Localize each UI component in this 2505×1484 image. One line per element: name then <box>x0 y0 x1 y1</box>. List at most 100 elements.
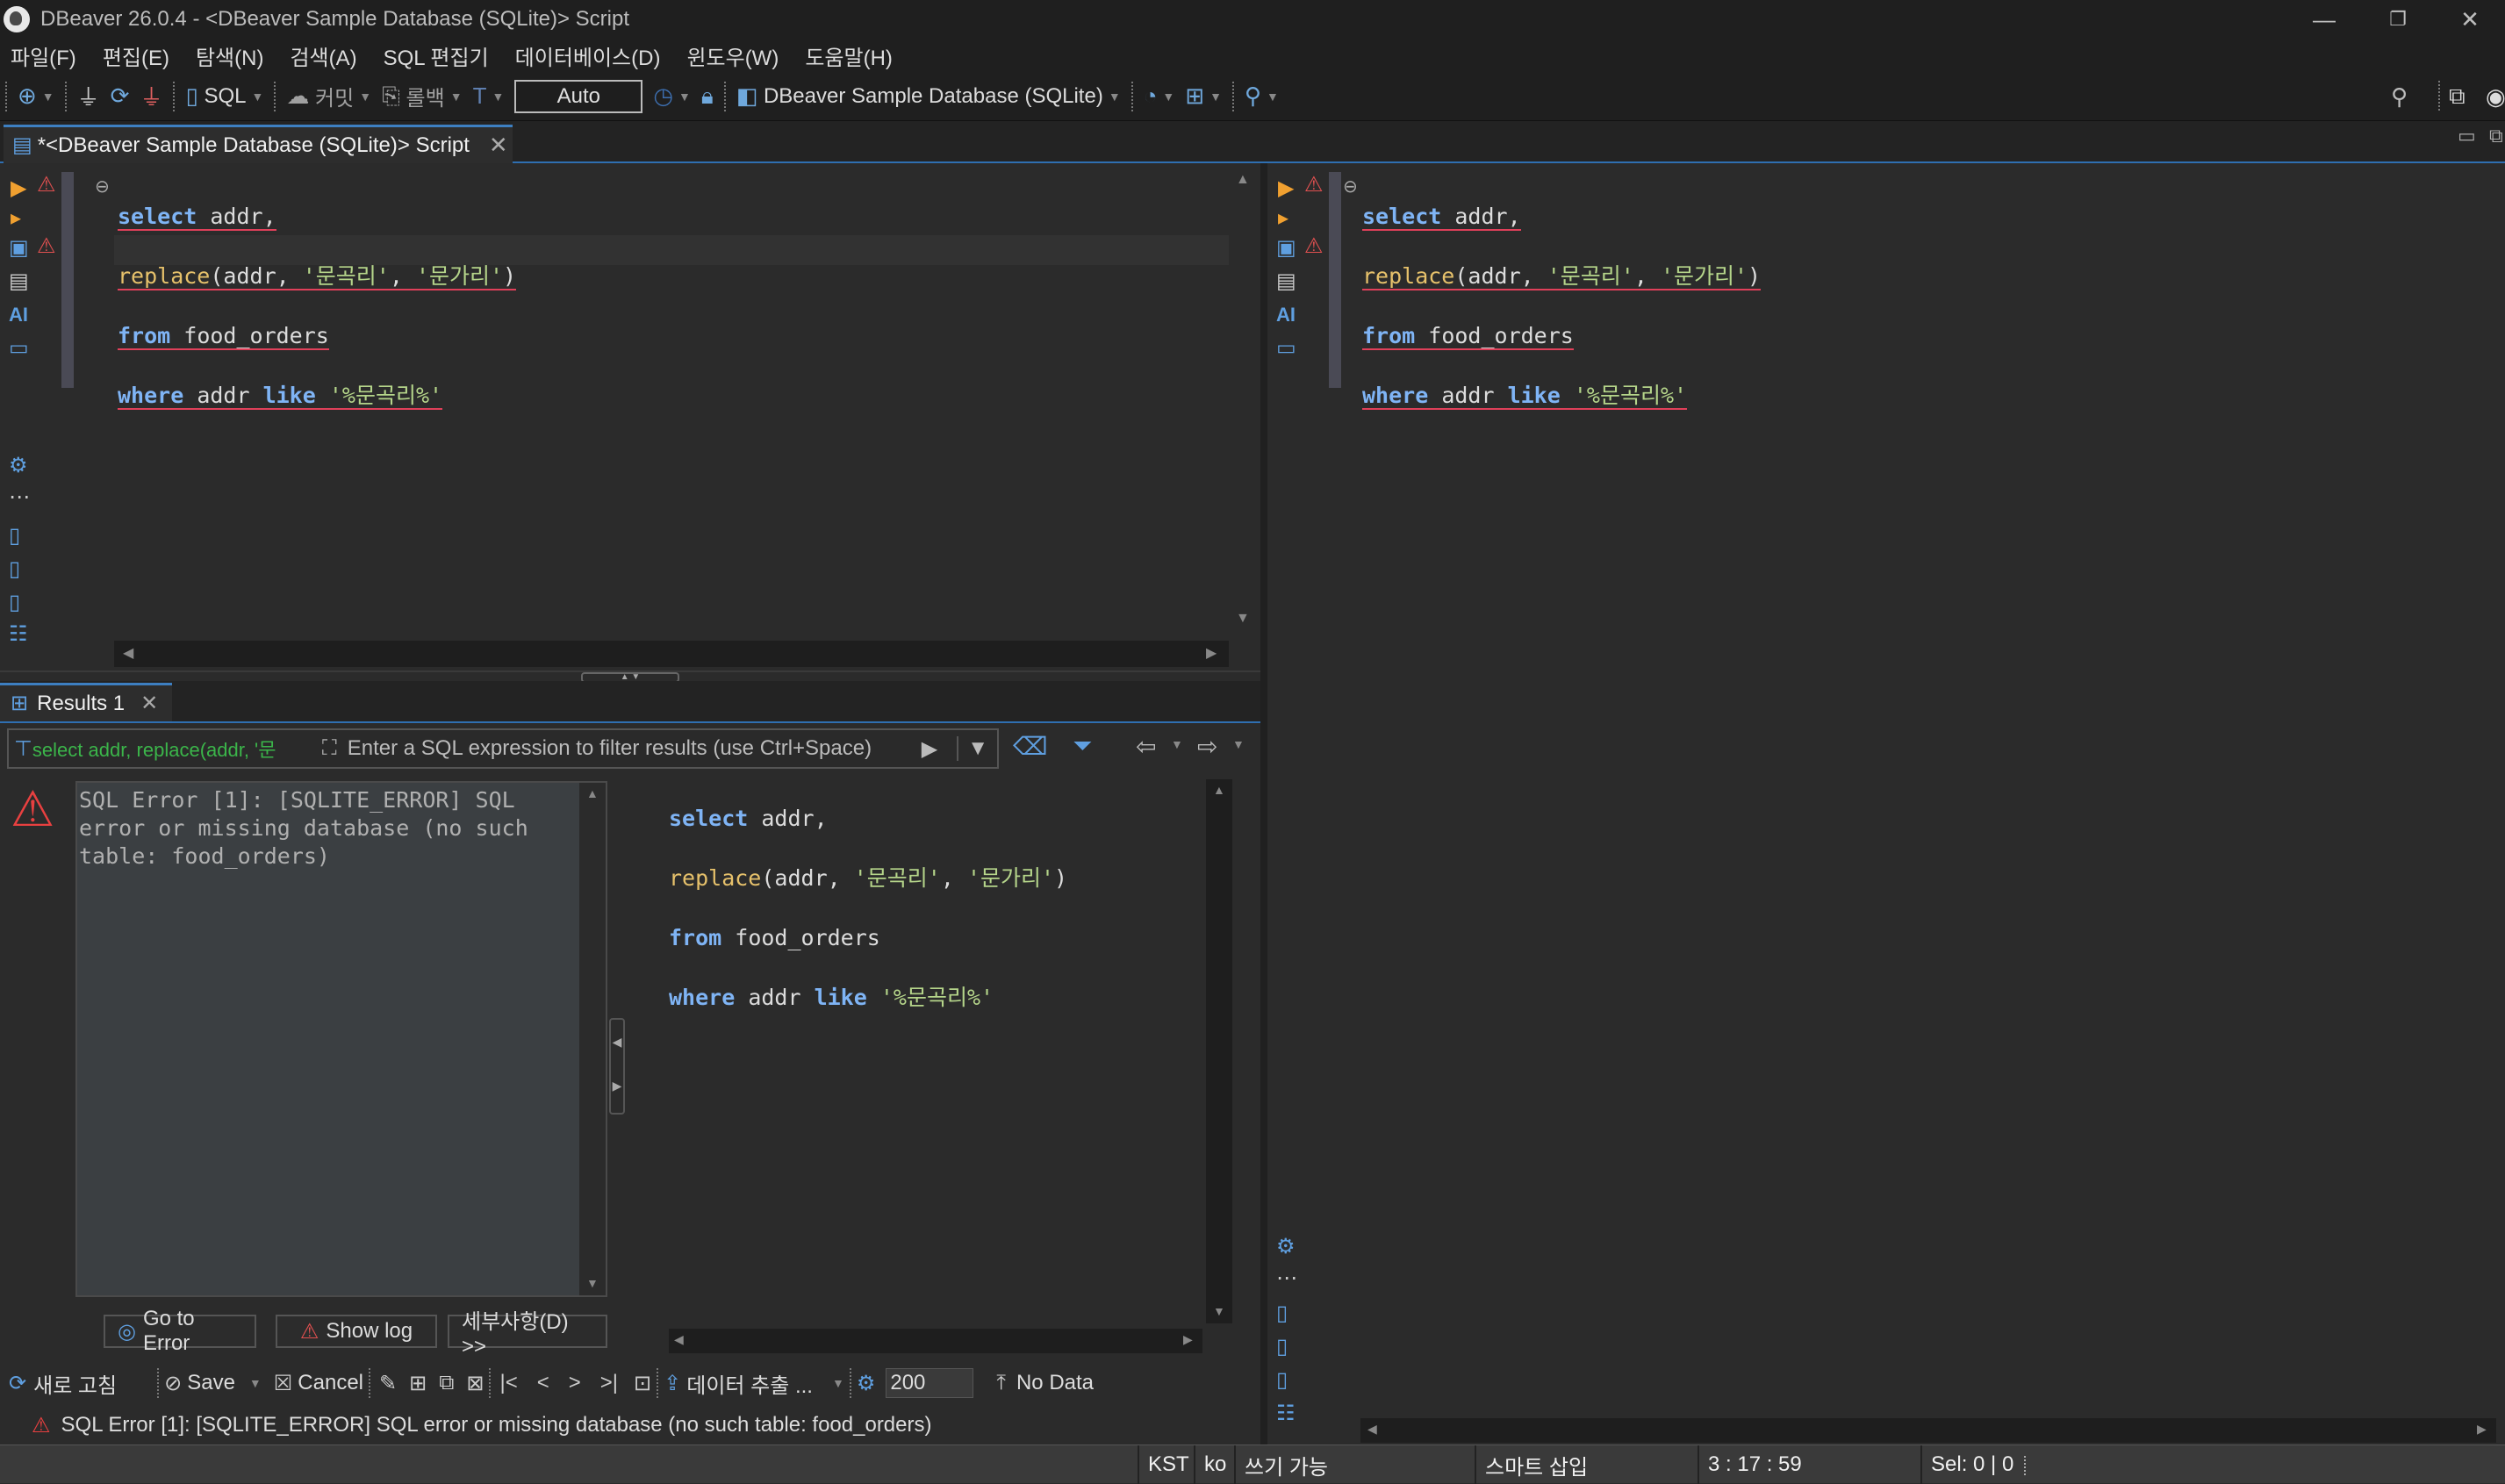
execute-statement-icon[interactable]: ▶ <box>11 176 26 201</box>
eraser-icon[interactable]: ⌫ <box>1013 732 1048 761</box>
fit-icon[interactable]: ⊡ <box>634 1371 651 1396</box>
ai-assistant-icon[interactable]: AI <box>9 304 28 326</box>
more-dots-icon[interactable]: ⋯ <box>1276 1265 1297 1291</box>
panel-collapse-handle[interactable]: ◀ ▶ <box>609 1018 625 1115</box>
refresh-button[interactable]: 새로 고침 <box>33 1368 117 1399</box>
menu-edit[interactable]: 편집(E) <box>103 40 169 71</box>
lock-button[interactable]: 🔒︎ <box>696 77 719 116</box>
query-panel-hscroll[interactable]: ◀ ▶ <box>669 1329 1202 1353</box>
rollback-button[interactable]: ⎘ 롤백 ▼ <box>377 77 468 116</box>
filter-query-hint[interactable]: select addr, replace(addr, '문 <box>32 735 312 763</box>
fetch-settings-icon[interactable]: ⚙ <box>857 1371 876 1396</box>
sql-editor-left[interactable]: ▶ ▸ ▣ ▤ AI ▭ ⚙ ⋯ ▯ ▯ ▯ ☷ ⚠ ⚠ ⊖ select ad… <box>0 163 1260 670</box>
go-to-error-button[interactable]: ◎ Go to Error <box>104 1307 256 1355</box>
load-script-icon[interactable]: ▯ <box>1276 1301 1288 1326</box>
split-editor-divider[interactable] <box>1260 163 1267 1445</box>
copy-row-icon[interactable]: ⧉ <box>439 1371 454 1395</box>
dbeaver-perspective-button[interactable]: ◉ <box>2480 77 2505 116</box>
explain-plan-icon[interactable]: ▤ <box>1276 269 1296 294</box>
settings-gear-icon[interactable]: ⚙ <box>9 453 28 478</box>
disconnect-button[interactable]: ⏚ <box>134 77 168 116</box>
minimize-icon[interactable]: — <box>2287 0 2361 39</box>
menu-database[interactable]: 데이터베이스(D) <box>515 40 661 71</box>
menu-window[interactable]: 윈도우(W) <box>686 40 779 71</box>
export-dropdown-icon[interactable]: ▼ <box>832 1376 844 1390</box>
close-tab-icon[interactable]: ✕ <box>489 132 508 159</box>
load-script-icon[interactable]: ▯ <box>9 523 20 548</box>
format-icon[interactable]: ▯ <box>1276 1367 1288 1393</box>
first-page-icon[interactable]: |< <box>499 1371 517 1395</box>
reconnect-button[interactable]: ⟳ <box>105 77 135 116</box>
filter-input[interactable]: Enter a SQL expression to filter results… <box>348 736 909 761</box>
menu-file[interactable]: 파일(F) <box>11 40 76 71</box>
terminal-icon[interactable]: ▭ <box>1276 335 1296 361</box>
back-icon[interactable]: ⇦ <box>1136 732 1156 761</box>
menu-sql-editor[interactable]: SQL 편집기 <box>384 40 489 71</box>
export-data-button[interactable]: 데이터 추출 ... <box>686 1368 813 1399</box>
ai-assistant-icon[interactable]: AI <box>1276 304 1296 326</box>
execute-script-icon[interactable]: ▸ <box>11 205 21 231</box>
edit-row-icon[interactable]: ✎ <box>379 1371 397 1396</box>
execute-in-new-tab-icon[interactable]: ▣ <box>9 235 29 261</box>
filter-history-icon[interactable]: ▼ <box>957 736 988 761</box>
outline-icon[interactable]: ☷ <box>1276 1401 1296 1426</box>
new-connection-button[interactable]: ⊕ ▼ <box>12 77 60 116</box>
schema-compare-button[interactable]: ⊞ ▼ <box>1180 77 1227 116</box>
transaction-mode-box[interactable]: Auto <box>514 79 643 113</box>
error-scrollbar[interactable]: ▲ ▼ <box>579 783 606 1295</box>
format-icon[interactable]: ▯ <box>9 590 20 615</box>
fold-marker-icon[interactable]: ⊖ <box>95 176 110 197</box>
problem-file-icon[interactable]: ▯ <box>9 556 20 582</box>
close-window-icon[interactable]: ✕ <box>2433 0 2505 39</box>
menu-help[interactable]: 도움말(H) <box>805 40 893 71</box>
close-results-tab-icon[interactable]: ✕ <box>140 691 158 716</box>
error-message-box[interactable]: SQL Error [1]: [SQLITE_ERROR] SQL error … <box>75 781 607 1297</box>
fetch-size-input[interactable]: 200 <box>886 1368 974 1398</box>
query-panel-vscroll[interactable]: ▲ ▼ <box>1206 779 1232 1323</box>
editor-horizontal-scrollbar[interactable]: ◀ ▶ <box>114 641 1229 667</box>
active-datasource-selector[interactable]: ◧ DBeaver Sample Database (SQLite) ▼ <box>731 77 1126 116</box>
prev-page-icon[interactable]: < <box>537 1371 549 1395</box>
find-button[interactable]: ⚲ ▼ <box>1239 77 1284 116</box>
show-log-button[interactable]: ⚠ Show log <box>276 1315 437 1348</box>
forward-icon[interactable]: ⇨ <box>1197 732 1217 761</box>
editor-right-hscroll[interactable]: ◀ ▶ <box>1360 1418 2496 1443</box>
maximize-view-icon[interactable]: ⧉ <box>2489 125 2503 147</box>
expand-filter-icon[interactable]: ⛶ <box>322 736 337 761</box>
terminal-icon[interactable]: ▭ <box>9 335 29 361</box>
settings-gear-icon[interactable]: ⚙ <box>1276 1234 1296 1259</box>
add-row-icon[interactable]: ⊞ <box>409 1371 427 1396</box>
outline-icon[interactable]: ☷ <box>9 621 28 647</box>
fold-marker-icon[interactable]: ⊖ <box>1343 176 1358 197</box>
connect-button[interactable]: ⏚ <box>72 77 105 116</box>
status-insert-mode[interactable]: 스마트 삽입 <box>1475 1445 1698 1484</box>
filter-funnel-icon[interactable]: ⏷ <box>1073 732 1092 761</box>
sql-code[interactable]: select addr, replace(addr, '문곡리', '문가리')… <box>118 172 517 470</box>
sql-editor-right[interactable]: ▶ ▸ ▣ ▤ AI ▭ ⚙ ⋯ ▯ ▯ ▯ ☷ ⚠ ⚠ ⊖ select ad… <box>1267 163 2505 1445</box>
minimize-view-icon[interactable]: ▭ <box>2458 125 2476 147</box>
editor-vertical-scrollbar[interactable]: ▲ ▼ <box>1229 172 1255 628</box>
save-dropdown-icon[interactable]: ▼ <box>249 1376 262 1390</box>
more-dots-icon[interactable]: ⋯ <box>9 484 30 510</box>
restore-icon[interactable]: ❐ <box>2361 0 2435 39</box>
apply-filter-icon[interactable]: ▶ <box>922 736 937 762</box>
delete-row-icon[interactable]: ⊠ <box>466 1371 484 1396</box>
perspective-button[interactable]: ⧉ <box>2444 77 2471 116</box>
last-page-icon[interactable]: >| <box>600 1371 618 1395</box>
tab-results-1[interactable]: ⊞ Results 1 ✕ <box>0 683 172 721</box>
explain-plan-icon[interactable]: ▤ <box>9 269 29 294</box>
global-search-button[interactable]: ⚲ <box>2386 77 2413 116</box>
editor-results-splitter[interactable]: ▲ ▼ <box>0 670 1260 683</box>
execute-in-new-tab-icon[interactable]: ▣ <box>1276 235 1296 261</box>
execute-script-icon[interactable]: ▸ <box>1278 205 1288 231</box>
cancel-button[interactable]: Cancel <box>298 1371 363 1395</box>
execute-statement-icon[interactable]: ▶ <box>1278 176 1294 201</box>
sql-editor-button[interactable]: ▯ SQL ▼ <box>180 77 269 116</box>
back-dropdown-icon[interactable]: ▼ <box>1171 737 1183 751</box>
history-button[interactable]: ◷ ▼ <box>648 77 696 116</box>
dashboard-button[interactable]: ◔ ▼ <box>1138 77 1181 116</box>
forward-dropdown-icon[interactable]: ▼ <box>1232 737 1245 751</box>
menu-navigate[interactable]: 탐색(N) <box>196 40 263 71</box>
save-button[interactable]: Save <box>187 1371 235 1395</box>
problem-file-icon[interactable]: ▯ <box>1276 1334 1288 1359</box>
